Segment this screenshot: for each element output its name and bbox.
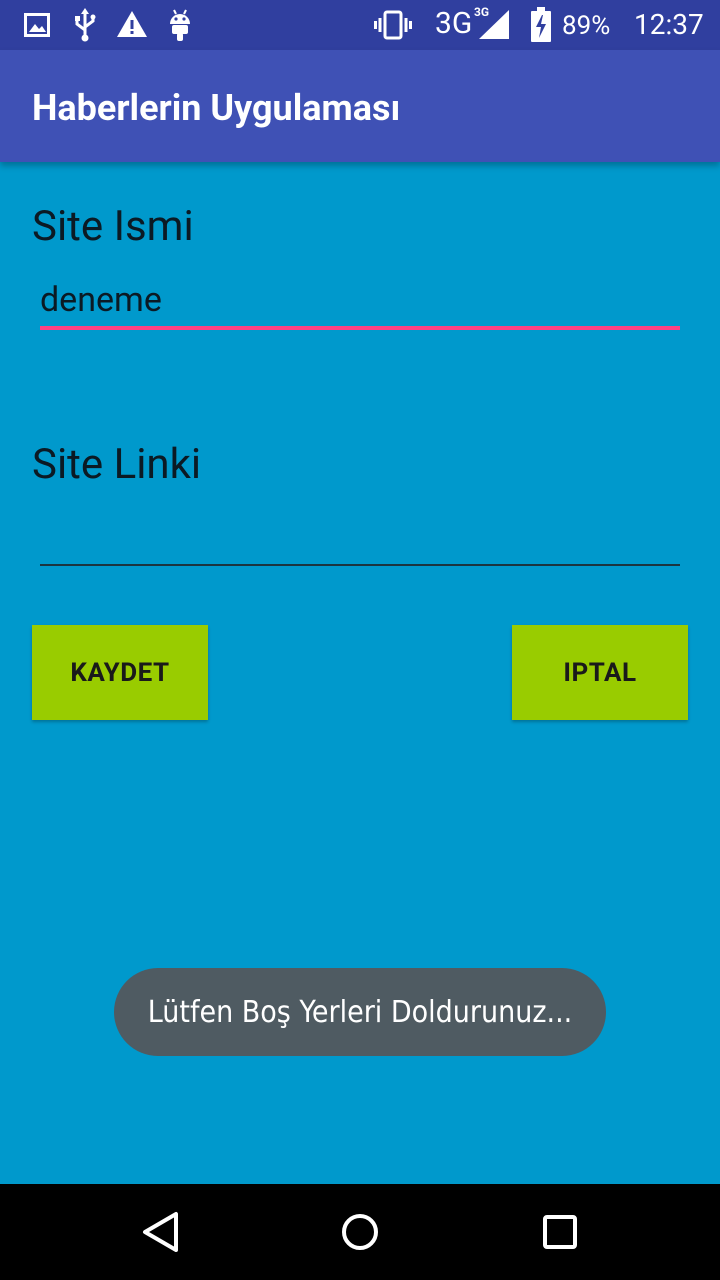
site-name-label: Site Ismi bbox=[32, 202, 194, 251]
site-link-underline bbox=[40, 564, 680, 566]
back-icon[interactable] bbox=[140, 1210, 182, 1254]
clock: 12:37 bbox=[634, 8, 704, 41]
vibrate-icon bbox=[374, 10, 412, 40]
warning-icon bbox=[117, 11, 147, 37]
app-bar: Haberlerin Uygulaması bbox=[0, 50, 720, 162]
image-icon bbox=[24, 13, 50, 37]
site-link-input[interactable] bbox=[40, 510, 680, 566]
battery-percent: 89% bbox=[562, 11, 611, 41]
cancel-button[interactable]: IPTAL bbox=[512, 625, 688, 720]
navigation-bar bbox=[0, 1184, 720, 1280]
android-icon bbox=[170, 9, 190, 41]
recents-icon[interactable] bbox=[540, 1210, 580, 1254]
save-button[interactable]: KAYDET bbox=[32, 625, 208, 720]
toast-message: Lütfen Boş Yerleri Doldurunuz... bbox=[114, 968, 606, 1056]
site-name-underline bbox=[40, 326, 680, 330]
status-bar: 3G 3G 89% 12:37 bbox=[0, 0, 720, 50]
usb-icon bbox=[75, 8, 96, 42]
site-link-label: Site Linki bbox=[32, 440, 202, 489]
battery-icon bbox=[531, 7, 551, 42]
home-icon[interactable] bbox=[338, 1210, 382, 1254]
app-title: Haberlerin Uygulaması bbox=[32, 87, 401, 129]
site-name-value: deneme bbox=[40, 280, 162, 320]
signal-icon bbox=[479, 10, 509, 39]
network-type: 3G bbox=[435, 6, 473, 41]
site-name-input[interactable]: deneme bbox=[40, 274, 680, 330]
